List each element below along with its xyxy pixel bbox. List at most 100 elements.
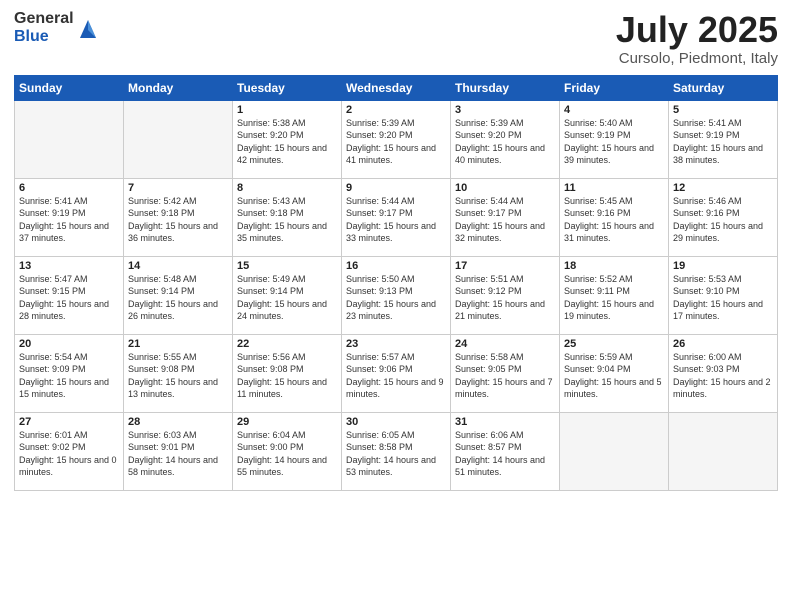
day-info: Sunrise: 5:40 AMSunset: 9:19 PMDaylight:… (564, 117, 664, 167)
day-info: Sunrise: 5:59 AMSunset: 9:04 PMDaylight:… (564, 351, 664, 401)
calendar-cell: 4Sunrise: 5:40 AMSunset: 9:19 PMDaylight… (560, 100, 669, 178)
calendar-cell: 19Sunrise: 5:53 AMSunset: 9:10 PMDayligh… (669, 256, 778, 334)
weekday-wednesday: Wednesday (342, 75, 451, 100)
day-number: 15 (237, 260, 337, 272)
day-info: Sunrise: 6:00 AMSunset: 9:03 PMDaylight:… (673, 351, 773, 401)
day-number: 6 (19, 182, 119, 194)
day-number: 18 (564, 260, 664, 272)
day-info: Sunrise: 5:58 AMSunset: 9:05 PMDaylight:… (455, 351, 555, 401)
weekday-sunday: Sunday (15, 75, 124, 100)
calendar-cell: 9Sunrise: 5:44 AMSunset: 9:17 PMDaylight… (342, 178, 451, 256)
day-info: Sunrise: 5:56 AMSunset: 9:08 PMDaylight:… (237, 351, 337, 401)
day-info: Sunrise: 5:55 AMSunset: 9:08 PMDaylight:… (128, 351, 228, 401)
day-number: 13 (19, 260, 119, 272)
day-number: 22 (237, 338, 337, 350)
day-info: Sunrise: 5:52 AMSunset: 9:11 PMDaylight:… (564, 273, 664, 323)
weekday-tuesday: Tuesday (233, 75, 342, 100)
day-info: Sunrise: 5:39 AMSunset: 9:20 PMDaylight:… (455, 117, 555, 167)
calendar-cell: 29Sunrise: 6:04 AMSunset: 9:00 PMDayligh… (233, 412, 342, 490)
day-info: Sunrise: 5:46 AMSunset: 9:16 PMDaylight:… (673, 195, 773, 245)
day-number: 3 (455, 104, 555, 116)
calendar-cell: 24Sunrise: 5:58 AMSunset: 9:05 PMDayligh… (451, 334, 560, 412)
day-number: 5 (673, 104, 773, 116)
day-number: 2 (346, 104, 446, 116)
day-info: Sunrise: 5:53 AMSunset: 9:10 PMDaylight:… (673, 273, 773, 323)
day-info: Sunrise: 5:42 AMSunset: 9:18 PMDaylight:… (128, 195, 228, 245)
weekday-saturday: Saturday (669, 75, 778, 100)
header: General Blue July 2025 Cursolo, Piedmont… (14, 10, 778, 67)
logo-general: General (14, 10, 74, 28)
logo-icon (78, 16, 98, 40)
day-number: 16 (346, 260, 446, 272)
day-number: 20 (19, 338, 119, 350)
day-info: Sunrise: 6:03 AMSunset: 9:01 PMDaylight:… (128, 429, 228, 479)
calendar-title: July 2025 (616, 10, 778, 50)
day-info: Sunrise: 5:49 AMSunset: 9:14 PMDaylight:… (237, 273, 337, 323)
calendar-cell: 26Sunrise: 6:00 AMSunset: 9:03 PMDayligh… (669, 334, 778, 412)
day-number: 31 (455, 416, 555, 428)
day-info: Sunrise: 5:39 AMSunset: 9:20 PMDaylight:… (346, 117, 446, 167)
day-number: 19 (673, 260, 773, 272)
day-info: Sunrise: 5:45 AMSunset: 9:16 PMDaylight:… (564, 195, 664, 245)
day-info: Sunrise: 5:44 AMSunset: 9:17 PMDaylight:… (346, 195, 446, 245)
calendar-cell: 10Sunrise: 5:44 AMSunset: 9:17 PMDayligh… (451, 178, 560, 256)
calendar-cell: 22Sunrise: 5:56 AMSunset: 9:08 PMDayligh… (233, 334, 342, 412)
day-info: Sunrise: 6:05 AMSunset: 8:58 PMDaylight:… (346, 429, 446, 479)
day-number: 11 (564, 182, 664, 194)
week-row-1: 6Sunrise: 5:41 AMSunset: 9:19 PMDaylight… (15, 178, 778, 256)
calendar-cell (15, 100, 124, 178)
week-row-4: 27Sunrise: 6:01 AMSunset: 9:02 PMDayligh… (15, 412, 778, 490)
day-info: Sunrise: 6:01 AMSunset: 9:02 PMDaylight:… (19, 429, 119, 479)
day-number: 12 (673, 182, 773, 194)
week-row-0: 1Sunrise: 5:38 AMSunset: 9:20 PMDaylight… (15, 100, 778, 178)
calendar-cell: 20Sunrise: 5:54 AMSunset: 9:09 PMDayligh… (15, 334, 124, 412)
logo: General Blue (14, 10, 98, 45)
calendar-cell (560, 412, 669, 490)
day-info: Sunrise: 5:38 AMSunset: 9:20 PMDaylight:… (237, 117, 337, 167)
calendar-cell: 12Sunrise: 5:46 AMSunset: 9:16 PMDayligh… (669, 178, 778, 256)
day-info: Sunrise: 5:44 AMSunset: 9:17 PMDaylight:… (455, 195, 555, 245)
day-info: Sunrise: 5:43 AMSunset: 9:18 PMDaylight:… (237, 195, 337, 245)
weekday-header-row: SundayMondayTuesdayWednesdayThursdayFrid… (15, 75, 778, 100)
day-number: 24 (455, 338, 555, 350)
day-number: 8 (237, 182, 337, 194)
calendar-cell (669, 412, 778, 490)
day-number: 25 (564, 338, 664, 350)
calendar-cell: 25Sunrise: 5:59 AMSunset: 9:04 PMDayligh… (560, 334, 669, 412)
week-row-3: 20Sunrise: 5:54 AMSunset: 9:09 PMDayligh… (15, 334, 778, 412)
calendar-cell: 18Sunrise: 5:52 AMSunset: 9:11 PMDayligh… (560, 256, 669, 334)
calendar-cell: 30Sunrise: 6:05 AMSunset: 8:58 PMDayligh… (342, 412, 451, 490)
calendar-cell: 14Sunrise: 5:48 AMSunset: 9:14 PMDayligh… (124, 256, 233, 334)
calendar-cell: 16Sunrise: 5:50 AMSunset: 9:13 PMDayligh… (342, 256, 451, 334)
calendar-cell: 11Sunrise: 5:45 AMSunset: 9:16 PMDayligh… (560, 178, 669, 256)
title-block: July 2025 Cursolo, Piedmont, Italy (616, 10, 778, 67)
calendar-cell: 27Sunrise: 6:01 AMSunset: 9:02 PMDayligh… (15, 412, 124, 490)
day-number: 29 (237, 416, 337, 428)
day-info: Sunrise: 5:41 AMSunset: 9:19 PMDaylight:… (673, 117, 773, 167)
day-number: 1 (237, 104, 337, 116)
day-info: Sunrise: 5:47 AMSunset: 9:15 PMDaylight:… (19, 273, 119, 323)
calendar-cell: 17Sunrise: 5:51 AMSunset: 9:12 PMDayligh… (451, 256, 560, 334)
day-number: 10 (455, 182, 555, 194)
weekday-monday: Monday (124, 75, 233, 100)
day-number: 4 (564, 104, 664, 116)
day-number: 23 (346, 338, 446, 350)
logo-blue: Blue (14, 28, 74, 46)
calendar-cell: 28Sunrise: 6:03 AMSunset: 9:01 PMDayligh… (124, 412, 233, 490)
calendar-cell: 21Sunrise: 5:55 AMSunset: 9:08 PMDayligh… (124, 334, 233, 412)
calendar-table: SundayMondayTuesdayWednesdayThursdayFrid… (14, 75, 778, 491)
calendar-cell: 7Sunrise: 5:42 AMSunset: 9:18 PMDaylight… (124, 178, 233, 256)
calendar-cell: 31Sunrise: 6:06 AMSunset: 8:57 PMDayligh… (451, 412, 560, 490)
day-info: Sunrise: 6:06 AMSunset: 8:57 PMDaylight:… (455, 429, 555, 479)
day-info: Sunrise: 5:54 AMSunset: 9:09 PMDaylight:… (19, 351, 119, 401)
day-info: Sunrise: 5:41 AMSunset: 9:19 PMDaylight:… (19, 195, 119, 245)
calendar-cell: 1Sunrise: 5:38 AMSunset: 9:20 PMDaylight… (233, 100, 342, 178)
day-info: Sunrise: 6:04 AMSunset: 9:00 PMDaylight:… (237, 429, 337, 479)
calendar-cell: 13Sunrise: 5:47 AMSunset: 9:15 PMDayligh… (15, 256, 124, 334)
calendar-cell (124, 100, 233, 178)
calendar-cell: 3Sunrise: 5:39 AMSunset: 9:20 PMDaylight… (451, 100, 560, 178)
day-number: 14 (128, 260, 228, 272)
page: General Blue July 2025 Cursolo, Piedmont… (0, 0, 792, 612)
day-number: 26 (673, 338, 773, 350)
weekday-friday: Friday (560, 75, 669, 100)
